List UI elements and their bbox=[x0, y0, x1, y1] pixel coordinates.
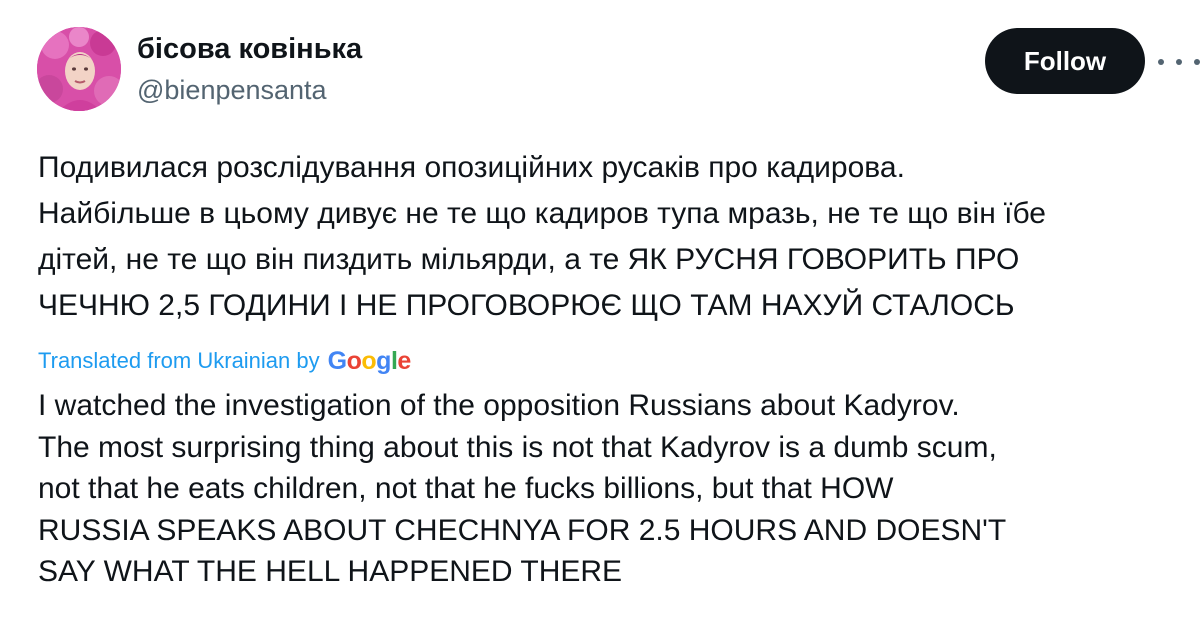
tweet-line: Подивилася розслідування опозиційних рус… bbox=[38, 151, 905, 184]
tweet-line: ЧЕЧНЮ 2,5 ГОДИНИ І НЕ ПРОГОВОРЮЄ ЩО ТАМ … bbox=[38, 289, 1015, 322]
avatar[interactable] bbox=[37, 27, 121, 111]
author-display-name[interactable]: бісова ковінька bbox=[137, 31, 362, 67]
tweet-translated-text: I watched the investigation of the oppos… bbox=[38, 385, 1200, 593]
more-dot bbox=[1194, 59, 1200, 65]
more-dot bbox=[1176, 59, 1182, 65]
translated-line: RUSSIA SPEAKS ABOUT CHECHNYA FOR 2.5 HOU… bbox=[38, 513, 1007, 547]
translated-line: not that he eats children, not that he f… bbox=[38, 472, 894, 505]
tweet-line: дітей, не те що він пиздить мільярди, а … bbox=[38, 243, 1020, 276]
author-handle[interactable]: @bienpensanta bbox=[137, 73, 327, 107]
translated-line: I watched the investigation of the oppos… bbox=[38, 389, 960, 422]
translation-attribution[interactable]: Translated from Ukrainian by Google bbox=[38, 343, 411, 379]
avatar-image bbox=[37, 27, 121, 111]
translated-line: The most surprising thing about this is … bbox=[38, 430, 997, 464]
google-logo: Google bbox=[327, 346, 412, 375]
translated-line: SAY WHAT THE HELL HAPPENED THERE bbox=[38, 555, 623, 588]
more-dot bbox=[1158, 59, 1164, 65]
translation-label: Translated from Ukrainian by bbox=[38, 348, 320, 373]
tweet-line: Найбільше в цьому дивує не те що кадиров… bbox=[38, 197, 1046, 230]
tweet-original-text: Подивилася розслідування опозиційних рус… bbox=[38, 145, 1200, 329]
follow-button[interactable]: Follow bbox=[985, 28, 1145, 94]
more-options-icon[interactable] bbox=[1158, 48, 1200, 76]
